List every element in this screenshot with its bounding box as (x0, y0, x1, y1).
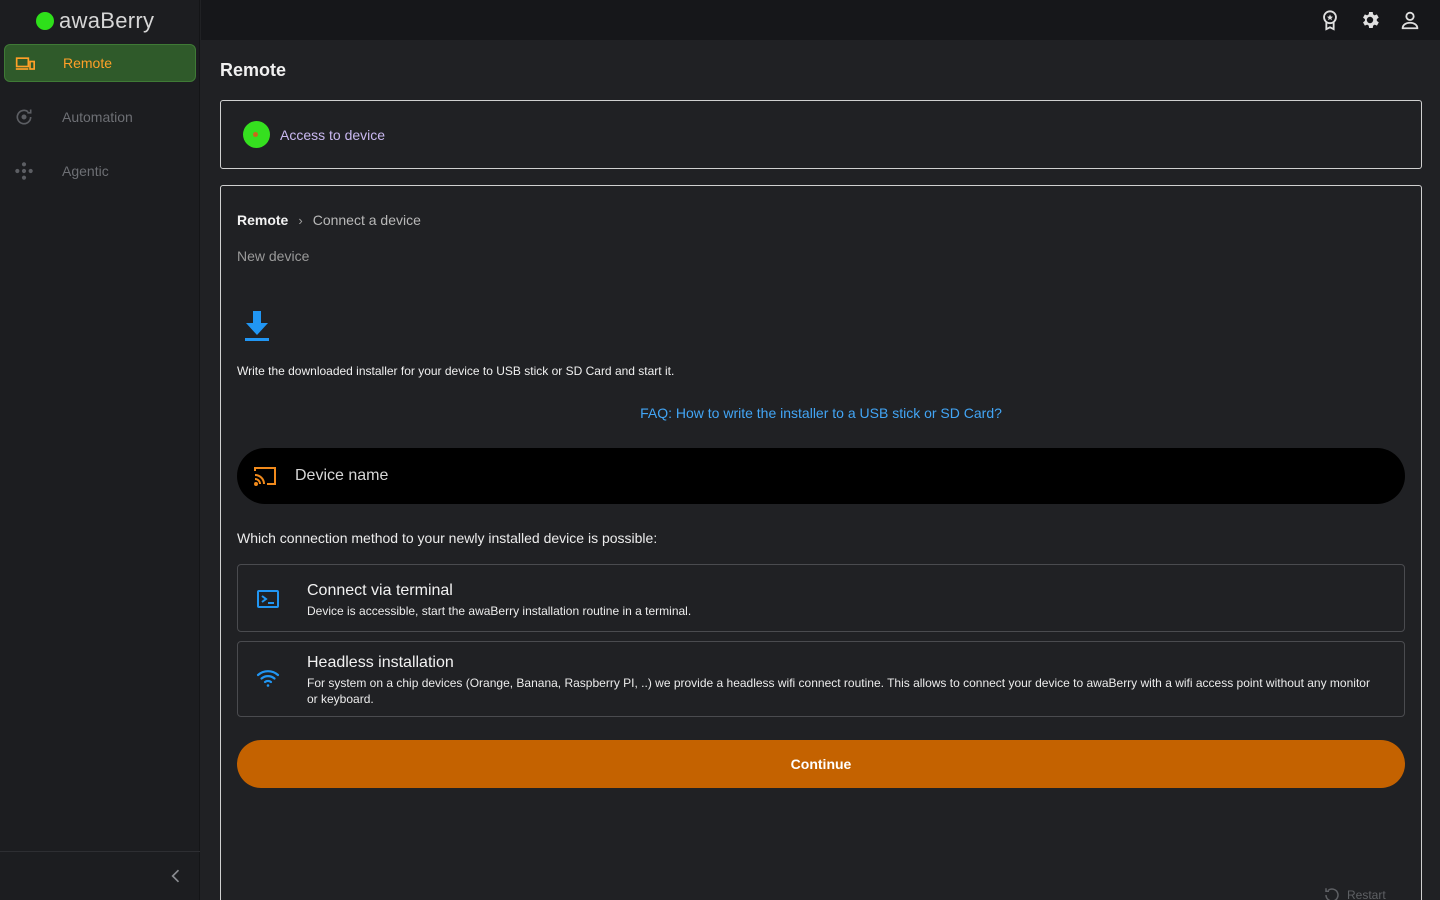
connection-question: Which connection method to your newly in… (237, 530, 658, 546)
restart-icon (1325, 888, 1339, 900)
continue-button[interactable]: Continue (237, 740, 1405, 788)
award-icon[interactable] (1319, 9, 1341, 31)
faq-link[interactable]: FAQ: How to write the installer to a USB… (221, 405, 1421, 421)
app-logo[interactable]: awaBerry (36, 6, 154, 36)
sidebar-item-agentic[interactable]: Agentic (4, 152, 196, 190)
sidebar-item-label: Agentic (62, 163, 109, 179)
sidebar-footer (0, 851, 200, 900)
devices-icon (15, 57, 35, 70)
breadcrumb-root[interactable]: Remote (237, 212, 288, 228)
breadcrumb: Remote › Connect a device (237, 212, 421, 228)
option-description: Device is accessible, start the awaBerry… (307, 604, 692, 618)
chevron-right-icon: › (298, 212, 303, 228)
option-headless-installation[interactable]: Headless installation For system on a ch… (237, 641, 1405, 717)
wizard-subtitle: New device (237, 248, 310, 264)
terminal-icon (257, 590, 279, 608)
cast-icon (254, 467, 276, 486)
status-text: Access to device (280, 127, 386, 143)
agentic-icon (15, 162, 33, 180)
installer-instruction: Write the downloaded installer for your … (237, 364, 675, 378)
sidebar-item-label: Automation (62, 109, 133, 125)
option-description: For system on a chip devices (Orange, Ba… (307, 676, 1370, 706)
restart-button[interactable]: Restart (1323, 886, 1386, 900)
breadcrumb-current: Connect a device (312, 212, 421, 228)
top-bar (201, 0, 1440, 40)
sidebar-item-label: Remote (63, 55, 113, 71)
device-name-field[interactable] (237, 448, 1405, 504)
page-title: Remote (220, 60, 287, 80)
access-status-card: Access to device (220, 100, 1422, 169)
app-name: awaBerry (59, 8, 155, 33)
option-title: Headless installation (307, 654, 454, 671)
device-name-input[interactable] (295, 456, 1375, 496)
status-indicator-icon (243, 121, 270, 148)
wifi-icon (256, 670, 280, 687)
sidebar-item-remote[interactable]: Remote (4, 44, 196, 82)
connect-device-card: Remote › Connect a device New device Wri… (220, 185, 1422, 900)
sidebar: awaBerry Remote Automation Agentic (0, 0, 200, 900)
restart-label: Restart (1347, 888, 1386, 900)
option-connect-terminal[interactable]: Connect via terminal Device is accessibl… (237, 564, 1405, 632)
account-icon[interactable] (1399, 9, 1421, 31)
logo-dot-icon (36, 12, 54, 30)
chevron-left-icon[interactable] (166, 866, 186, 886)
option-title: Connect via terminal (307, 582, 453, 599)
settings-icon[interactable] (1359, 9, 1381, 31)
automation-icon (16, 109, 32, 125)
download-icon[interactable] (243, 311, 271, 343)
sidebar-item-automation[interactable]: Automation (4, 98, 196, 136)
